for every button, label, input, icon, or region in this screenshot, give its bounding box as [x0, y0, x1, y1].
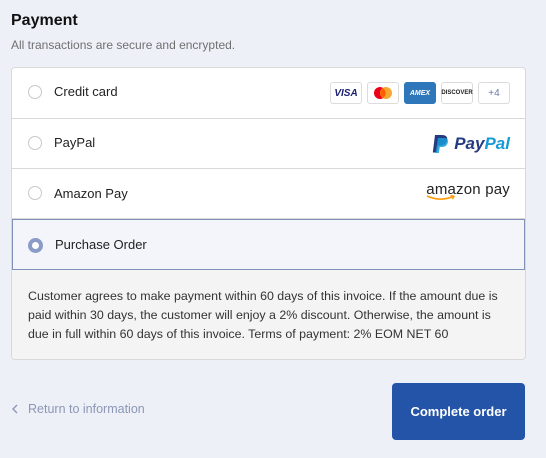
complete-order-button[interactable]: Complete order: [392, 383, 525, 440]
amazon-pay-label: Amazon Pay: [54, 186, 128, 201]
card-brands: VISA AMEX DISCOVER +4: [330, 82, 510, 104]
paypal-logo-pal: Pal: [484, 134, 510, 153]
purchase-order-radio[interactable]: [28, 238, 43, 253]
paypal-label: PayPal: [54, 135, 96, 150]
mastercard-icon: [367, 82, 399, 104]
paypal-logo-pay: Pay: [454, 134, 485, 153]
return-to-information-label: Return to information: [28, 402, 145, 416]
amazon-pay-radio[interactable]: [28, 186, 42, 200]
amazon-pay-logo-icon: amazon pay: [426, 181, 510, 201]
purchase-order-label: Purchase Order: [55, 237, 147, 252]
purchase-order-description: Customer agrees to make payment within 6…: [12, 270, 525, 359]
credit-card-label: Credit card: [54, 84, 118, 99]
payment-methods-panel: Credit card VISA AMEX DISCOVER +4 PayPal…: [11, 67, 526, 360]
amazon-pay-logo-text: amazon pay: [426, 181, 510, 198]
chevron-left-icon: [12, 404, 18, 414]
return-to-information-link[interactable]: Return to information: [12, 402, 145, 416]
paypal-logo-icon: PayPal: [432, 134, 510, 154]
visa-icon: VISA: [330, 82, 362, 104]
payment-option-credit-card[interactable]: Credit card VISA AMEX DISCOVER +4: [12, 68, 525, 119]
page-subtitle: All transactions are secure and encrypte…: [11, 38, 236, 52]
amex-icon: AMEX: [404, 82, 436, 104]
payment-option-purchase-order[interactable]: Purchase Order: [12, 219, 525, 270]
discover-icon: DISCOVER: [441, 82, 473, 104]
page-title: Payment: [11, 12, 78, 29]
credit-card-radio[interactable]: [28, 85, 42, 99]
paypal-radio[interactable]: [28, 136, 42, 150]
payment-option-paypal[interactable]: PayPal PayPal: [12, 119, 525, 169]
more-cards-badge: +4: [478, 82, 510, 104]
payment-option-amazon-pay[interactable]: Amazon Pay amazon pay: [12, 169, 525, 219]
